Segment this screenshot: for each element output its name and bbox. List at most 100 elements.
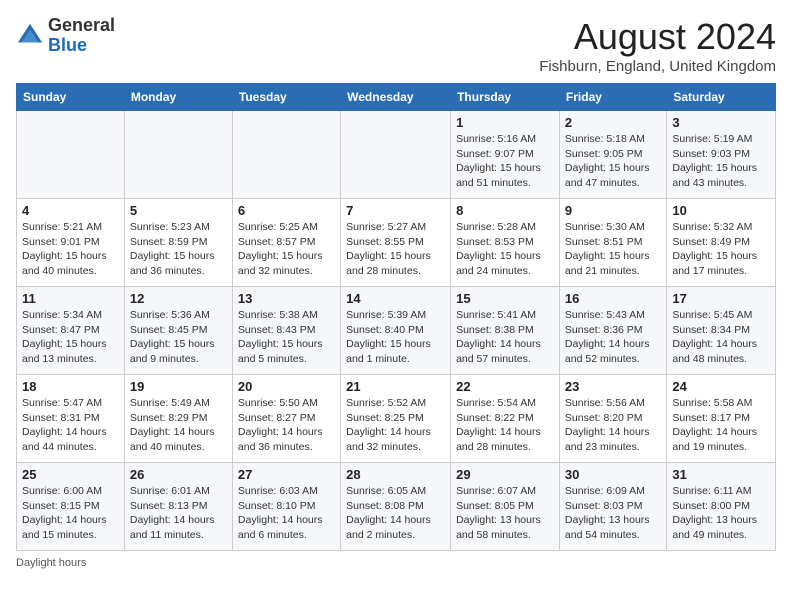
calendar-cell: 14 Sunrise: 5:39 AM Sunset: 8:40 PM Dayl… — [341, 287, 451, 375]
sunrise-info: Sunrise: 5:41 AM — [456, 309, 536, 321]
calendar-cell: 22 Sunrise: 5:54 AM Sunset: 8:22 PM Dayl… — [451, 375, 560, 463]
sunset-info: Sunset: 8:08 PM — [346, 500, 424, 512]
sunrise-info: Sunrise: 6:11 AM — [672, 485, 751, 497]
sunrise-info: Sunrise: 6:00 AM — [22, 485, 102, 497]
sunset-info: Sunset: 8:57 PM — [238, 236, 316, 248]
day-number: 28 — [346, 467, 445, 482]
calendar-cell: 26 Sunrise: 6:01 AM Sunset: 8:13 PM Dayl… — [124, 463, 232, 551]
calendar-cell — [124, 111, 232, 199]
sunrise-info: Sunrise: 6:05 AM — [346, 485, 426, 497]
calendar-cell: 9 Sunrise: 5:30 AM Sunset: 8:51 PM Dayli… — [559, 199, 666, 287]
sunset-info: Sunset: 8:17 PM — [672, 412, 750, 424]
sunrise-info: Sunrise: 5:28 AM — [456, 221, 536, 233]
sunset-info: Sunset: 8:43 PM — [238, 324, 316, 336]
logo-icon — [16, 22, 44, 50]
daylight-info: Daylight: 15 hours and 43 minutes. — [672, 162, 757, 189]
sunrise-info: Sunrise: 5:34 AM — [22, 309, 102, 321]
sunrise-info: Sunrise: 5:38 AM — [238, 309, 318, 321]
logo: General Blue — [16, 16, 115, 56]
calendar-cell: 8 Sunrise: 5:28 AM Sunset: 8:53 PM Dayli… — [451, 199, 560, 287]
day-number: 20 — [238, 379, 335, 394]
calendar-cell: 31 Sunrise: 6:11 AM Sunset: 8:00 PM Dayl… — [667, 463, 776, 551]
day-number: 27 — [238, 467, 335, 482]
sunrise-info: Sunrise: 5:36 AM — [130, 309, 210, 321]
day-number: 10 — [672, 203, 770, 218]
daylight-info: Daylight: 14 hours and 19 minutes. — [672, 426, 757, 453]
sunset-info: Sunset: 8:00 PM — [672, 500, 750, 512]
calendar-cell: 28 Sunrise: 6:05 AM Sunset: 8:08 PM Dayl… — [341, 463, 451, 551]
sunset-info: Sunset: 8:29 PM — [130, 412, 208, 424]
logo-text: General Blue — [48, 16, 115, 56]
daylight-info: Daylight: 15 hours and 51 minutes. — [456, 162, 541, 189]
sunset-info: Sunset: 9:05 PM — [565, 148, 643, 160]
daylight-info: Daylight: 14 hours and 23 minutes. — [565, 426, 650, 453]
daylight-info: Daylight: 15 hours and 36 minutes. — [130, 250, 215, 277]
daylight-info: Daylight: 14 hours and 6 minutes. — [238, 514, 323, 541]
logo-blue-text: Blue — [48, 35, 87, 55]
day-number: 18 — [22, 379, 119, 394]
daylight-info: Daylight: 15 hours and 21 minutes. — [565, 250, 650, 277]
sunrise-info: Sunrise: 5:19 AM — [672, 133, 752, 145]
header-friday: Friday — [559, 84, 666, 111]
daylight-info: Daylight: 14 hours and 11 minutes. — [130, 514, 215, 541]
calendar-cell — [17, 111, 125, 199]
day-number: 3 — [672, 115, 770, 130]
daylight-info: Daylight: 14 hours and 40 minutes. — [130, 426, 215, 453]
sunrise-info: Sunrise: 5:54 AM — [456, 397, 536, 409]
calendar-cell: 4 Sunrise: 5:21 AM Sunset: 9:01 PM Dayli… — [17, 199, 125, 287]
day-number: 14 — [346, 291, 445, 306]
title-block: August 2024 Fishburn, England, United Ki… — [539, 16, 776, 75]
calendar-week-1: 1 Sunrise: 5:16 AM Sunset: 9:07 PM Dayli… — [17, 111, 776, 199]
day-number: 30 — [565, 467, 661, 482]
calendar-cell: 21 Sunrise: 5:52 AM Sunset: 8:25 PM Dayl… — [341, 375, 451, 463]
day-number: 17 — [672, 291, 770, 306]
sunrise-info: Sunrise: 5:45 AM — [672, 309, 752, 321]
month-year-title: August 2024 — [539, 16, 776, 58]
day-number: 19 — [130, 379, 227, 394]
daylight-info: Daylight: 15 hours and 9 minutes. — [130, 338, 215, 365]
sunset-info: Sunset: 8:25 PM — [346, 412, 424, 424]
daylight-info: Daylight: 13 hours and 54 minutes. — [565, 514, 650, 541]
sunrise-info: Sunrise: 5:21 AM — [22, 221, 102, 233]
calendar-cell: 6 Sunrise: 5:25 AM Sunset: 8:57 PM Dayli… — [232, 199, 340, 287]
sunset-info: Sunset: 8:05 PM — [456, 500, 534, 512]
daylight-info: Daylight: 14 hours and 52 minutes. — [565, 338, 650, 365]
sunrise-info: Sunrise: 5:25 AM — [238, 221, 318, 233]
calendar-cell: 19 Sunrise: 5:49 AM Sunset: 8:29 PM Dayl… — [124, 375, 232, 463]
day-number: 12 — [130, 291, 227, 306]
day-number: 29 — [456, 467, 554, 482]
daylight-info: Daylight: 14 hours and 48 minutes. — [672, 338, 757, 365]
calendar-cell: 15 Sunrise: 5:41 AM Sunset: 8:38 PM Dayl… — [451, 287, 560, 375]
calendar-week-5: 25 Sunrise: 6:00 AM Sunset: 8:15 PM Dayl… — [17, 463, 776, 551]
day-number: 31 — [672, 467, 770, 482]
calendar-cell: 23 Sunrise: 5:56 AM Sunset: 8:20 PM Dayl… — [559, 375, 666, 463]
sunrise-info: Sunrise: 5:58 AM — [672, 397, 752, 409]
sunrise-info: Sunrise: 6:03 AM — [238, 485, 318, 497]
sunrise-info: Sunrise: 5:39 AM — [346, 309, 426, 321]
calendar-cell: 2 Sunrise: 5:18 AM Sunset: 9:05 PM Dayli… — [559, 111, 666, 199]
day-number: 16 — [565, 291, 661, 306]
calendar-week-3: 11 Sunrise: 5:34 AM Sunset: 8:47 PM Dayl… — [17, 287, 776, 375]
calendar-cell: 16 Sunrise: 5:43 AM Sunset: 8:36 PM Dayl… — [559, 287, 666, 375]
sunrise-info: Sunrise: 5:30 AM — [565, 221, 645, 233]
calendar-cell: 3 Sunrise: 5:19 AM Sunset: 9:03 PM Dayli… — [667, 111, 776, 199]
daylight-info: Daylight: 14 hours and 15 minutes. — [22, 514, 107, 541]
calendar-cell: 11 Sunrise: 5:34 AM Sunset: 8:47 PM Dayl… — [17, 287, 125, 375]
sunrise-info: Sunrise: 5:18 AM — [565, 133, 645, 145]
sunrise-info: Sunrise: 5:43 AM — [565, 309, 645, 321]
sunset-info: Sunset: 8:51 PM — [565, 236, 643, 248]
page-header: General Blue August 2024 Fishburn, Engla… — [16, 16, 776, 75]
day-number: 24 — [672, 379, 770, 394]
sunrise-info: Sunrise: 5:56 AM — [565, 397, 645, 409]
daylight-info: Daylight: 14 hours and 28 minutes. — [456, 426, 541, 453]
calendar-cell: 18 Sunrise: 5:47 AM Sunset: 8:31 PM Dayl… — [17, 375, 125, 463]
sunset-info: Sunset: 8:59 PM — [130, 236, 208, 248]
calendar-cell: 5 Sunrise: 5:23 AM Sunset: 8:59 PM Dayli… — [124, 199, 232, 287]
calendar-cell: 13 Sunrise: 5:38 AM Sunset: 8:43 PM Dayl… — [232, 287, 340, 375]
sunset-info: Sunset: 8:03 PM — [565, 500, 643, 512]
calendar-header-row: Sunday Monday Tuesday Wednesday Thursday… — [17, 84, 776, 111]
daylight-info: Daylight: 15 hours and 47 minutes. — [565, 162, 650, 189]
sunset-info: Sunset: 8:15 PM — [22, 500, 100, 512]
sunset-info: Sunset: 8:55 PM — [346, 236, 424, 248]
header-wednesday: Wednesday — [341, 84, 451, 111]
